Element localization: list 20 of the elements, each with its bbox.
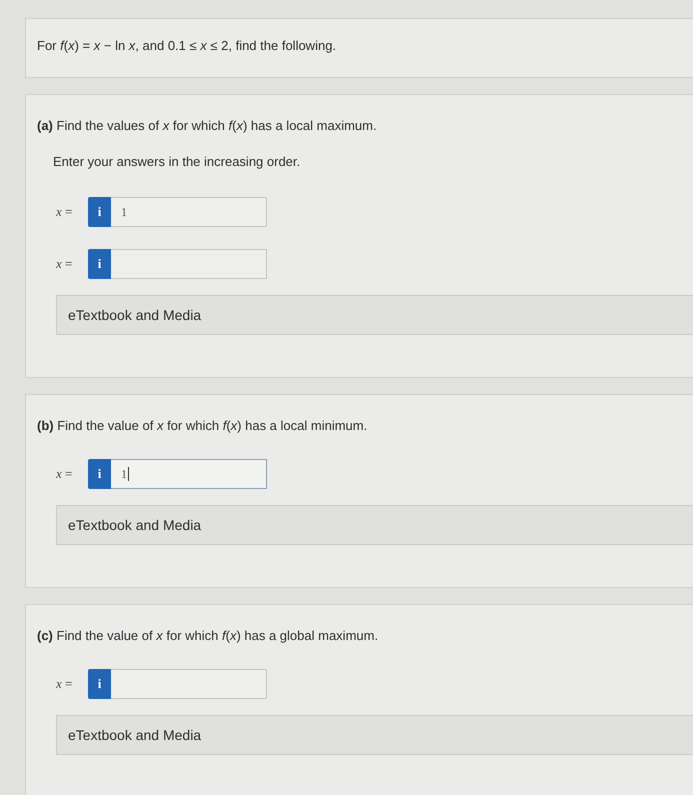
variable-label: x =: [56, 676, 74, 692]
info-button[interactable]: i: [88, 197, 111, 227]
answer-field[interactable]: [111, 669, 267, 699]
info-button[interactable]: i: [88, 249, 111, 279]
instruction-text: Enter your answers in the increasing order.: [52, 154, 302, 170]
etextbook-media-button[interactable]: eTextbook and Media: [56, 295, 693, 335]
answer-field[interactable]: 1: [111, 197, 267, 227]
etextbook-media-button[interactable]: eTextbook and Media: [56, 505, 693, 545]
variable-label: x =: [56, 466, 74, 482]
answer-field[interactable]: [111, 249, 267, 279]
question-text: (c) Find the value of x for which f(x) has a global maximum.: [37, 628, 380, 644]
variable-label: x =: [56, 256, 74, 272]
variable-label: x =: [56, 204, 74, 220]
info-button[interactable]: i: [88, 669, 111, 699]
question-text: (b) Find the value of x for which f(x) has a local minimum.: [37, 418, 368, 434]
question-text: (a) Find the values of x for which f(x) has a local maximum.: [37, 118, 378, 134]
intro-text: For f(x) = x − ln x, and 0.1 ≤ x ≤ 2, find the following.: [37, 38, 338, 54]
info-button[interactable]: i: [88, 459, 111, 489]
etextbook-media-button[interactable]: eTextbook and Media: [56, 715, 693, 755]
answer-field[interactable]: 1: [111, 459, 267, 489]
